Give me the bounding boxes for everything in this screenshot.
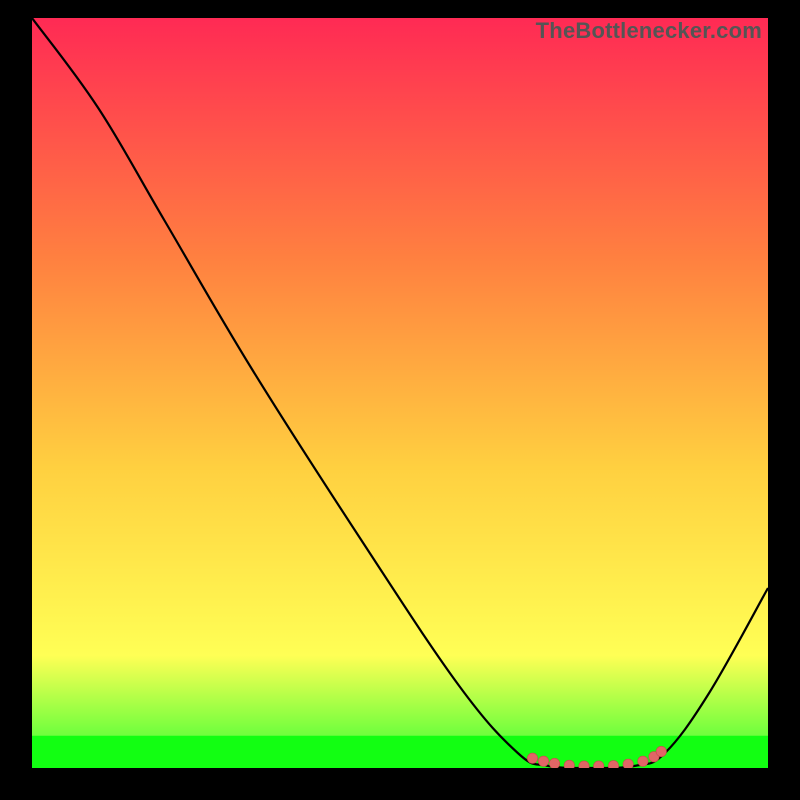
bottleneck-chart [32,18,768,768]
watermark-text: TheBottlenecker.com [536,18,762,44]
chart-frame: TheBottlenecker.com [32,18,768,768]
